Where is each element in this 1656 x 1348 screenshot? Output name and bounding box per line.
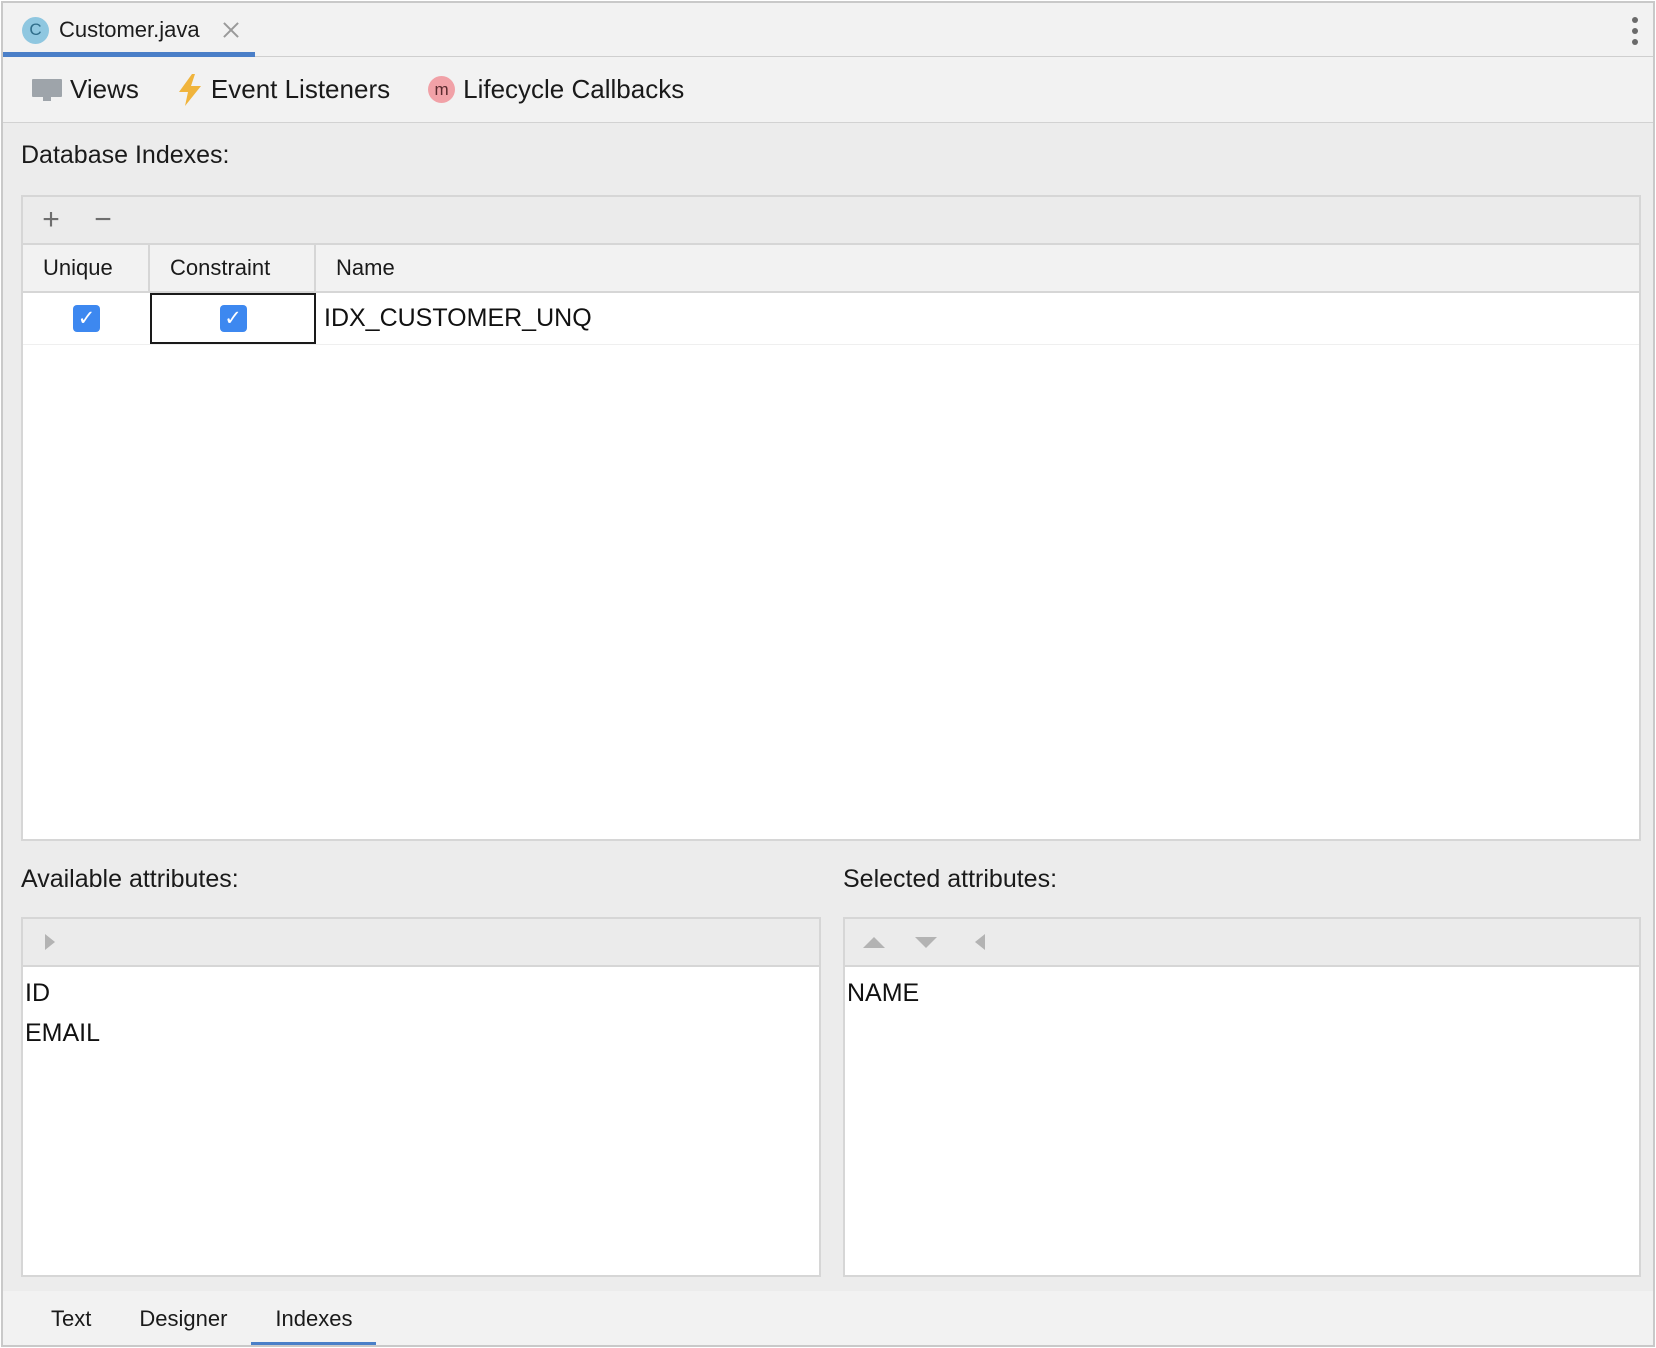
lifecycle-callbacks-button[interactable]: m Lifecycle Callbacks <box>428 74 684 105</box>
move-up-icon[interactable] <box>863 936 885 948</box>
monitor-icon <box>32 78 62 101</box>
database-indexes-label: Database Indexes: <box>21 141 230 169</box>
list-item[interactable]: EMAIL <box>23 1013 819 1053</box>
selected-attributes-panel: NAME <box>843 917 1641 1277</box>
selected-attributes-toolbar <box>845 919 1639 967</box>
index-name-cell[interactable]: IDX_CUSTOMER_UNQ <box>316 293 1639 344</box>
views-label: Views <box>70 74 139 104</box>
selected-attributes-list: NAME <box>845 967 1639 1013</box>
indexes-toolbar: + − <box>23 197 1639 245</box>
available-attributes-label: Available attributes: <box>21 865 239 893</box>
constraint-checkbox[interactable]: ✓ <box>219 305 247 332</box>
column-header-unique[interactable]: Unique <box>23 245 150 291</box>
bottom-tab-bar: Text Designer Indexes <box>3 1291 1653 1345</box>
java-class-icon: C <box>22 16 49 44</box>
constraint-cell: ✓ <box>150 293 316 344</box>
column-header-name[interactable]: Name <box>316 245 1639 291</box>
available-attributes-panel: ID EMAIL <box>21 917 821 1277</box>
unique-cell: ✓ <box>23 293 150 344</box>
available-attributes-list: ID EMAIL <box>23 967 819 1053</box>
event-listeners-button[interactable]: Event Listeners <box>177 73 391 106</box>
designer-toolbar: Views Event Listeners m Lifecycle Callba… <box>3 57 1653 123</box>
move-left-icon[interactable] <box>975 934 985 950</box>
unique-checkbox[interactable]: ✓ <box>73 305 100 332</box>
tab-text[interactable]: Text <box>27 1291 115 1345</box>
column-header-constraint[interactable]: Constraint <box>150 245 316 291</box>
move-down-icon[interactable] <box>915 936 937 948</box>
table-row[interactable]: ✓ ✓ IDX_CUSTOMER_UNQ <box>23 293 1639 345</box>
close-icon[interactable] <box>221 20 241 40</box>
lightning-icon <box>177 73 203 106</box>
editor-tab-bar: C Customer.java <box>3 3 1653 57</box>
remove-index-button[interactable]: − <box>87 204 119 236</box>
method-icon: m <box>428 76 456 103</box>
list-item[interactable]: NAME <box>845 973 1639 1013</box>
add-index-button[interactable]: + <box>35 204 67 236</box>
file-tab-label: Customer.java <box>59 17 200 42</box>
indexes-table-header: Unique Constraint Name <box>23 245 1639 293</box>
move-right-icon[interactable] <box>45 934 55 950</box>
list-item[interactable]: ID <box>23 973 819 1013</box>
tab-designer[interactable]: Designer <box>115 1291 251 1345</box>
event-listeners-label: Event Listeners <box>210 74 391 104</box>
lifecycle-callbacks-label: Lifecycle Callbacks <box>463 74 685 104</box>
editor-window: C Customer.java Views Event Listeners m … <box>1 1 1655 1347</box>
available-attributes-toolbar <box>23 919 819 967</box>
more-options-icon[interactable] <box>1631 17 1639 45</box>
selected-attributes-label: Selected attributes: <box>843 865 1058 893</box>
tab-indexes[interactable]: Indexes <box>251 1291 377 1345</box>
views-button[interactable]: Views <box>32 74 139 105</box>
file-tab-customer[interactable]: C Customer.java <box>3 3 255 57</box>
indexes-table-panel: + − Unique Constraint Name ✓ ✓ IDX_CUSTO… <box>21 195 1641 841</box>
